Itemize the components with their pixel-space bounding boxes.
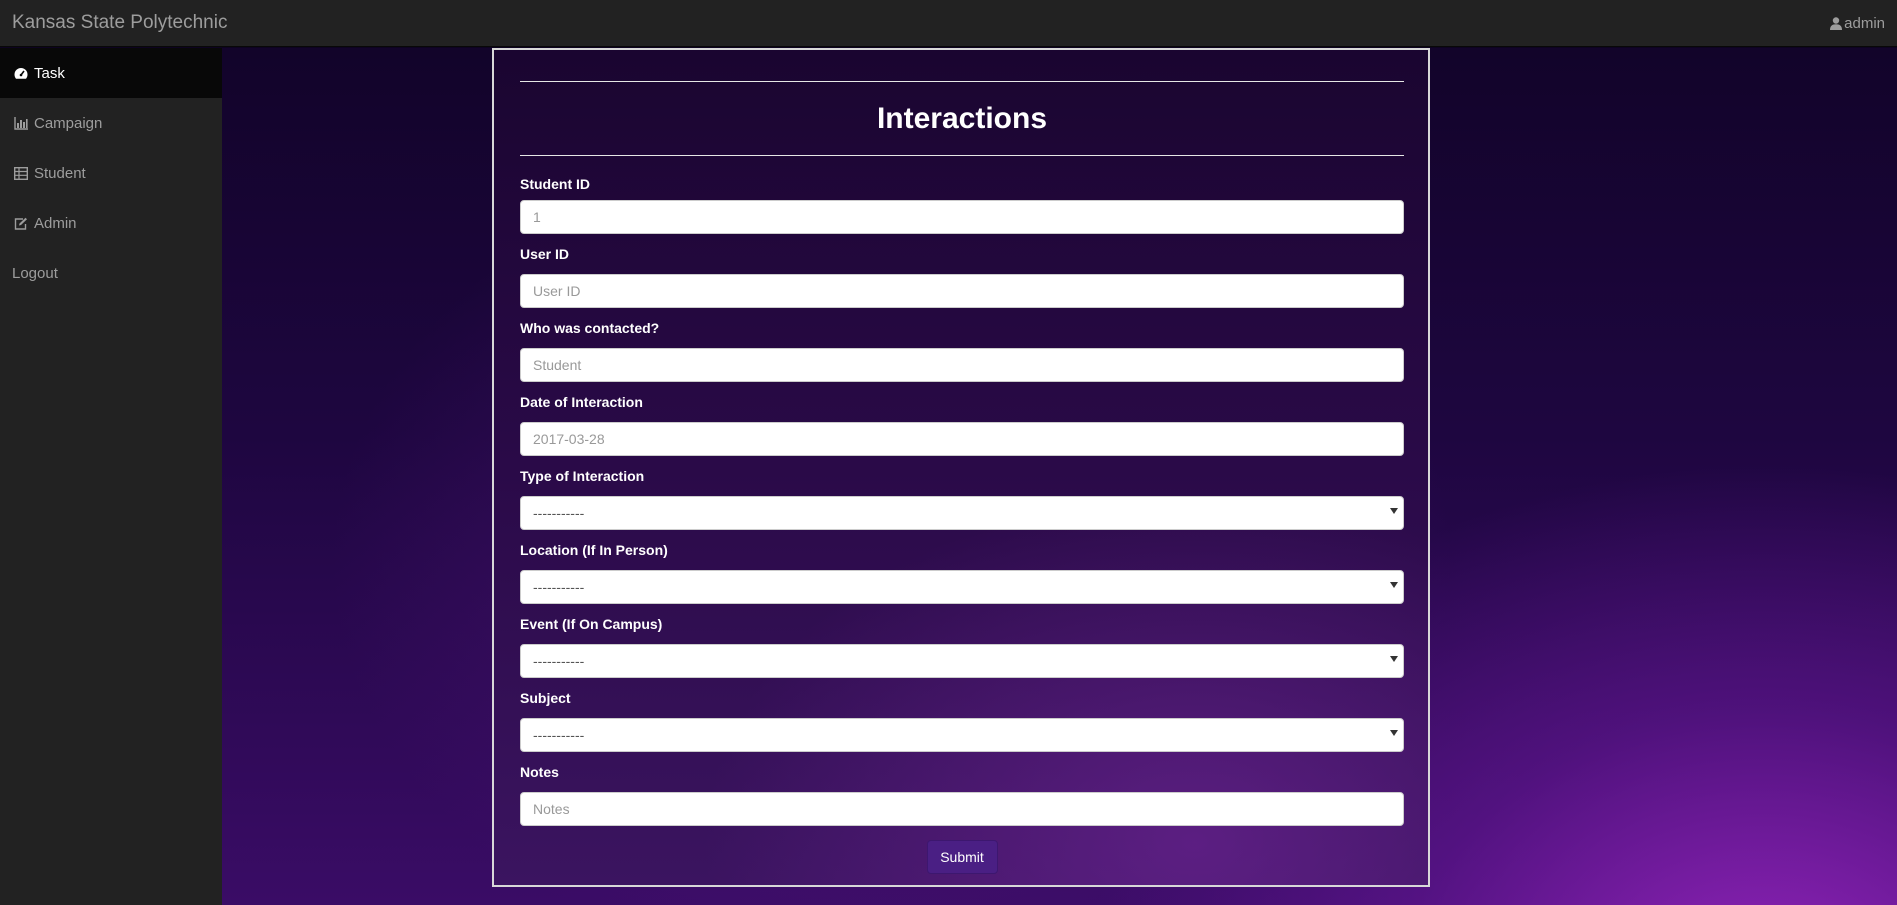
user-id-input[interactable] — [520, 274, 1404, 308]
caret-down-icon — [1390, 656, 1398, 662]
sidebar-item-label: Task — [34, 64, 65, 82]
date-label: Date of Interaction — [520, 394, 643, 410]
type-select-value[interactable]: ----------- — [520, 496, 1404, 530]
notes-label: Notes — [520, 764, 559, 780]
table-icon — [13, 166, 28, 180]
contacted-group: Who was contacted? — [520, 314, 1404, 382]
user-icon — [1830, 16, 1843, 30]
contacted-label: Who was contacted? — [520, 320, 660, 336]
sidebar-item-label: Student — [34, 164, 86, 182]
notes-input[interactable] — [520, 792, 1404, 826]
sidebar-item-label: Admin — [34, 214, 77, 232]
page-title: Interactions — [876, 102, 1048, 135]
location-label: Location (If In Person) — [520, 542, 668, 558]
caret-down-icon — [1390, 508, 1398, 514]
sidebar-item-label: Logout — [12, 264, 58, 282]
submit-button[interactable]: Submit — [926, 840, 998, 874]
sidebar-item-logout[interactable]: Logout — [0, 248, 222, 298]
contacted-input[interactable] — [520, 348, 1404, 382]
subject-select[interactable]: ----------- — [520, 718, 1404, 752]
type-group: Type of Interaction ----------- — [520, 462, 1404, 530]
user-id-label: User ID — [520, 246, 570, 262]
bar-chart-icon — [13, 116, 28, 130]
dashboard-icon — [13, 66, 28, 80]
interactions-form: Interactions Student ID User ID Who was … — [520, 81, 1404, 874]
brand-title[interactable]: Kansas State Polytechnic — [12, 12, 227, 34]
location-select-value[interactable]: ----------- — [520, 570, 1404, 604]
sidebar-item-label: Campaign — [34, 114, 103, 132]
sidebar-item-student[interactable]: Student — [0, 148, 222, 198]
type-label: Type of Interaction — [520, 468, 645, 484]
location-group: Location (If In Person) ----------- — [520, 536, 1404, 604]
interactions-panel: Interactions Student ID User ID Who was … — [492, 48, 1430, 887]
student-id-group: Student ID — [520, 174, 1404, 234]
caret-down-icon — [1390, 730, 1398, 736]
subject-group: Subject ----------- — [520, 684, 1404, 752]
user-id-group: User ID — [520, 240, 1404, 308]
user-name: admin — [1844, 14, 1885, 32]
sidebar-item-campaign[interactable]: Campaign — [0, 98, 222, 148]
event-select-value[interactable]: ----------- — [520, 644, 1404, 678]
top-navbar: Kansas State Polytechnic admin — [0, 0, 1897, 47]
date-input[interactable] — [520, 422, 1404, 456]
caret-down-icon — [1390, 582, 1398, 588]
subject-select-value[interactable]: ----------- — [520, 718, 1404, 752]
type-select[interactable]: ----------- — [520, 496, 1404, 530]
sidebar-item-admin[interactable]: Admin — [0, 198, 222, 248]
date-group: Date of Interaction — [520, 388, 1404, 456]
student-id-label: Student ID — [520, 176, 590, 192]
event-group: Event (If On Campus) ----------- — [520, 610, 1404, 678]
event-select[interactable]: ----------- — [520, 644, 1404, 678]
edit-icon — [13, 216, 28, 230]
event-label: Event (If On Campus) — [520, 616, 663, 632]
location-select[interactable]: ----------- — [520, 570, 1404, 604]
subject-label: Subject — [520, 690, 571, 706]
student-id-input[interactable] — [520, 200, 1404, 234]
sidebar: Task Campaign Student Admin Logout — [0, 48, 222, 905]
notes-group: Notes — [520, 758, 1404, 826]
sidebar-item-task[interactable]: Task — [0, 48, 222, 98]
user-menu[interactable]: admin — [1830, 15, 1885, 32]
submit-row: Submit — [520, 840, 1404, 874]
